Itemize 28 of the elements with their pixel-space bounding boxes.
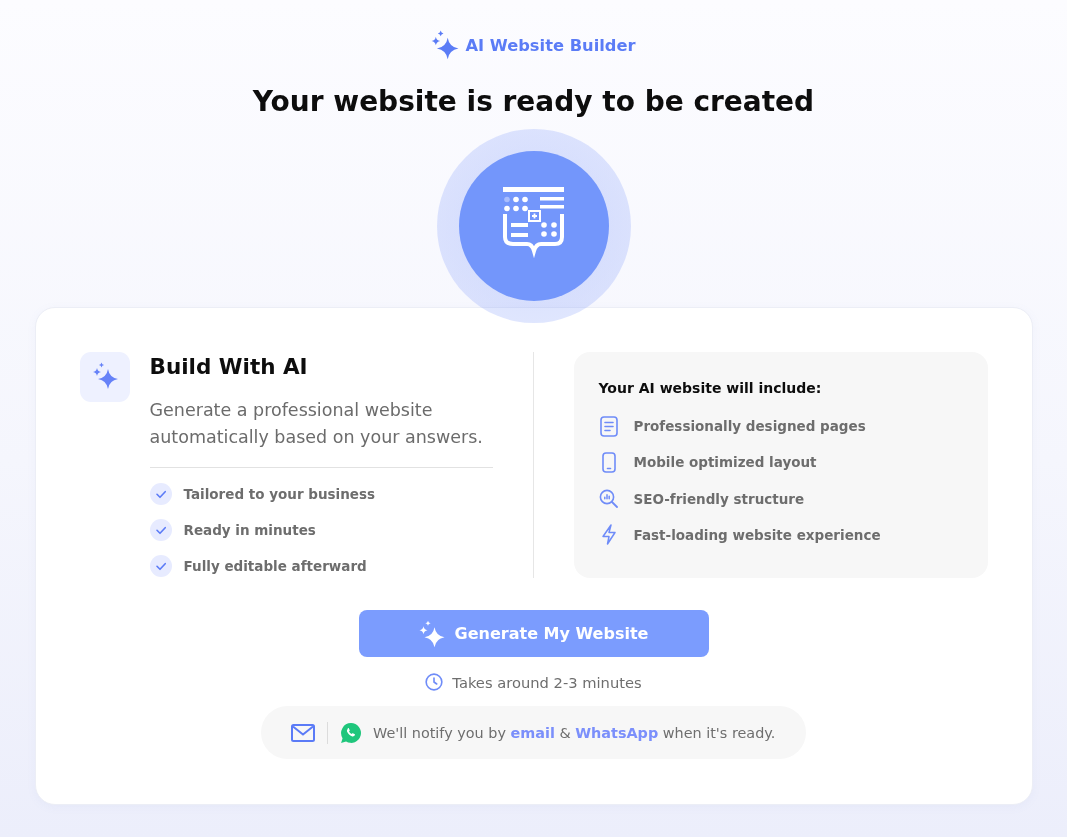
feature-label: SEO-friendly structure [633,490,805,507]
notice-text: We'll notify you by email & WhatsApp when it's ready. [373,724,776,741]
brand-name: AI Website Builder [465,35,636,55]
emblem-icon [458,151,609,301]
check-icon [149,483,172,505]
feature-label: Professionally designed pages [633,418,866,434]
feature-label: Mobile optimized layout [633,454,817,471]
document-icon [599,415,618,437]
sparkle-icon [431,30,460,60]
page-title: Your website is ready to be created [252,84,815,120]
phone-icon [601,451,616,473]
generate-button[interactable]: Generate My Website [358,610,709,657]
benefit-label: Tailored to your business [183,486,376,502]
phone-bubble-icon [340,721,362,744]
magnifier-icon [599,489,618,509]
sparkle-icon [79,352,130,402]
envelope-icon [291,723,315,742]
description-text: Generate a professional website automatically based on your answers. [149,399,484,449]
duration-text: Takes around 2-3 minutes [452,673,642,691]
check-icon [149,555,172,577]
feature-label: Fast-loading website experience [633,526,881,543]
check-icon [149,519,172,541]
benefit-label: Ready in minutes [183,522,316,538]
benefit-label: Fully editable afterward [183,558,367,574]
panel-heading: Your AI website will include: [598,379,823,398]
lightning-icon [600,524,617,546]
clock-icon [425,673,444,691]
section-heading: Build With AI [149,353,309,381]
